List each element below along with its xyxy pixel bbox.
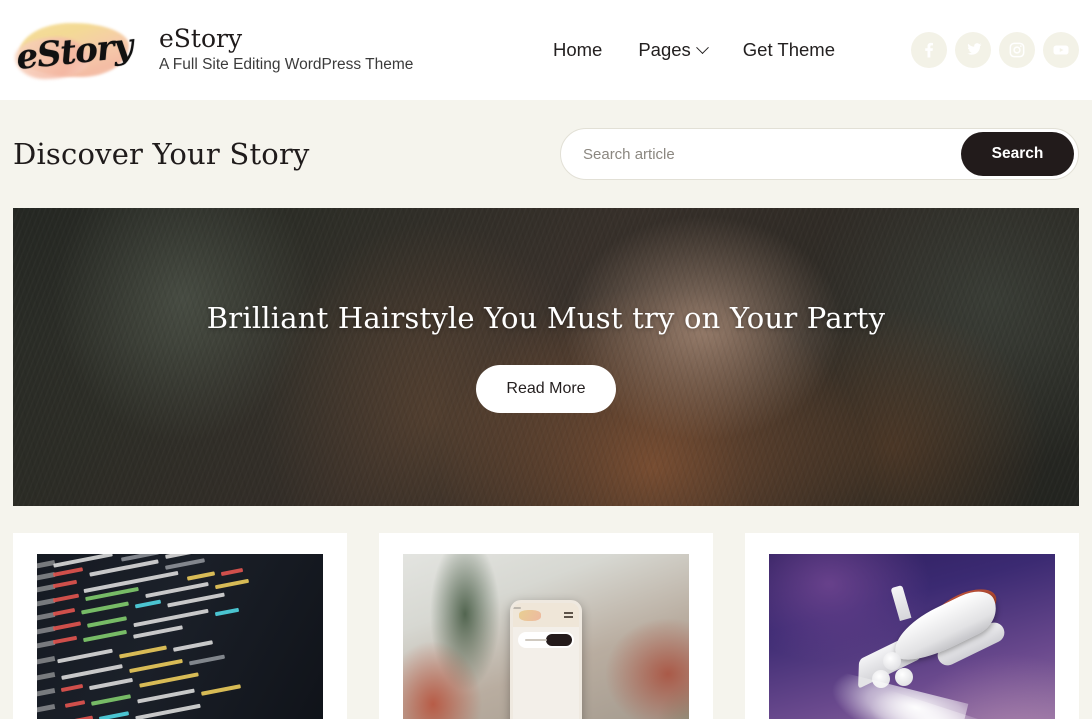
logo-wordmark: eStory	[14, 26, 135, 78]
site-title: eStory	[159, 24, 243, 54]
page-root: eStory eStory A Full Site Editing WordPr…	[0, 0, 1092, 719]
social-links	[911, 32, 1079, 68]
post-thumbnail-phone	[403, 554, 689, 719]
search-input[interactable]	[583, 129, 961, 179]
post-card[interactable]	[379, 533, 713, 719]
post-card-grid	[13, 533, 1079, 719]
site-header: eStory eStory A Full Site Editing WordPr…	[0, 0, 1092, 100]
youtube-icon[interactable]	[1043, 32, 1079, 68]
post-card[interactable]	[13, 533, 347, 719]
hero-title: Brilliant Hairstyle You Must try on Your…	[206, 301, 886, 335]
nav-item-label: Home	[552, 39, 603, 60]
hero-content: Brilliant Hairstyle You Must try on Your…	[13, 208, 1079, 506]
post-thumbnail-code	[37, 554, 323, 719]
nav-item-label: Get Theme	[742, 39, 835, 60]
brand-text: eStory A Full Site Editing WordPress The…	[159, 25, 413, 74]
discover-search-bar: Discover Your Story Search	[0, 100, 1092, 208]
phone-mockup	[510, 600, 582, 719]
nav-item-get-theme[interactable]: Get Theme	[743, 39, 835, 61]
page-title: Discover Your Story	[13, 137, 310, 171]
estory-logo-icon: eStory	[13, 15, 135, 85]
nav-item-label: Pages	[638, 39, 691, 60]
primary-navigation: Home Pages Get Theme	[553, 32, 1079, 68]
post-card[interactable]	[745, 533, 1079, 719]
nav-item-pages[interactable]: Pages	[638, 39, 709, 61]
nav-item-home[interactable]: Home	[553, 39, 602, 61]
facebook-icon[interactable]	[911, 32, 947, 68]
search-form: Search	[560, 128, 1079, 180]
post-thumbnail-shuttle	[769, 554, 1055, 719]
site-branding[interactable]: eStory eStory A Full Site Editing WordPr…	[13, 15, 413, 85]
chevron-down-icon	[695, 40, 709, 54]
instagram-icon[interactable]	[999, 32, 1035, 68]
read-more-button[interactable]: Read More	[476, 365, 616, 413]
site-tagline: A Full Site Editing WordPress Theme	[159, 55, 414, 73]
search-button[interactable]: Search	[961, 132, 1074, 176]
twitter-icon[interactable]	[955, 32, 991, 68]
hero-banner[interactable]: Brilliant Hairstyle You Must try on Your…	[13, 208, 1079, 506]
